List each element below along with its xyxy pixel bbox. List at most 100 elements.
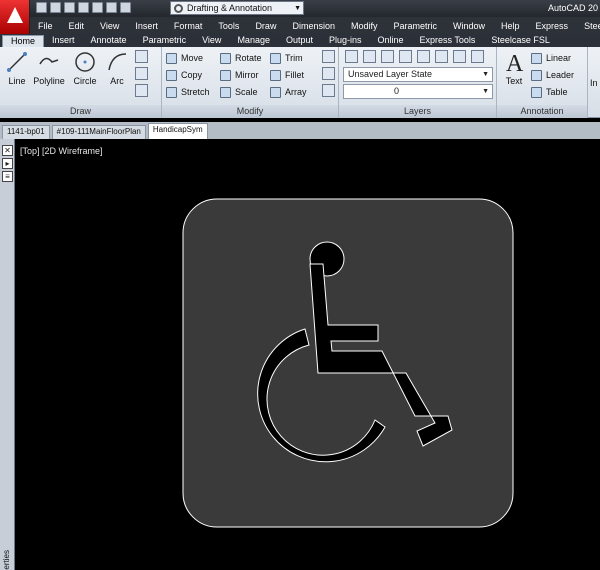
menu-help[interactable]: Help xyxy=(493,21,528,31)
menu-file[interactable]: File xyxy=(30,21,61,31)
layer-unisolate-icon[interactable] xyxy=(399,50,412,63)
linear-button[interactable]: Linear xyxy=(531,50,571,66)
modify-panel: Move Rotate Trim Copy Mirror Fillet Stre… xyxy=(162,47,339,118)
properties-palette-strip[interactable]: ✕ ▸ ≡ xyxy=(0,139,15,570)
arc-button[interactable]: Arc xyxy=(102,50,132,86)
copy-label: Copy xyxy=(181,70,203,80)
undo-icon[interactable] xyxy=(106,2,117,13)
file-tab-active[interactable]: HandicapSym xyxy=(147,123,208,139)
tab-view[interactable]: View xyxy=(194,35,229,47)
hatch-icon[interactable] xyxy=(135,67,148,80)
explode-icon[interactable] xyxy=(322,67,335,80)
fillet-button[interactable]: Fillet xyxy=(270,67,304,83)
layers-panel-title[interactable]: Layers xyxy=(339,105,496,118)
menu-format[interactable]: Format xyxy=(166,21,211,31)
mirror-button[interactable]: Mirror xyxy=(220,67,259,83)
insert-panel: In xyxy=(588,47,600,118)
layer-state-dropdown[interactable]: Unsaved Layer State ▼ xyxy=(343,67,493,82)
viewport-label[interactable]: [Top] [2D Wireframe] xyxy=(20,146,103,156)
table-button[interactable]: Table xyxy=(531,84,568,100)
stretch-button[interactable]: Stretch xyxy=(166,84,210,100)
erase-icon[interactable] xyxy=(322,50,335,63)
move-button[interactable]: Move xyxy=(166,50,203,66)
menu-window[interactable]: Window xyxy=(445,21,493,31)
layer-properties-icon[interactable] xyxy=(345,50,358,63)
tab-output[interactable]: Output xyxy=(278,35,321,47)
menu-modify[interactable]: Modify xyxy=(343,21,386,31)
menu-edit[interactable]: Edit xyxy=(61,21,93,31)
open-icon[interactable] xyxy=(50,2,61,13)
stretch-icon xyxy=(166,87,177,99)
ribbon-tabs: Home Insert Annotate Parametric View Man… xyxy=(0,34,600,47)
text-button[interactable]: A Text xyxy=(499,50,529,86)
title-bar: Drafting & Annotation ▼ AutoCAD 20 xyxy=(0,0,600,34)
file-tab[interactable]: 1141-bp01 xyxy=(2,125,50,139)
autocad-logo-icon[interactable] xyxy=(0,0,30,34)
drawing-canvas[interactable] xyxy=(15,139,600,570)
leader-button[interactable]: Leader xyxy=(531,67,574,83)
annotation-panel-title[interactable]: Annotation xyxy=(497,105,587,118)
polyline-button[interactable]: Polyline xyxy=(32,50,66,86)
text-label: Text xyxy=(505,76,523,86)
tab-plugins[interactable]: Plug-ins xyxy=(321,35,370,47)
tab-insert[interactable]: Insert xyxy=(44,35,83,47)
properties-menu-icon[interactable]: ≡ xyxy=(2,171,13,182)
layer-off-icon[interactable] xyxy=(435,50,448,63)
chevron-down-icon: ▼ xyxy=(482,71,489,78)
offset-icon[interactable] xyxy=(322,84,335,97)
save-icon[interactable] xyxy=(64,2,75,13)
menu-insert[interactable]: Insert xyxy=(127,21,166,31)
tab-home[interactable]: Home xyxy=(2,35,45,47)
tab-parametric[interactable]: Parametric xyxy=(135,35,195,47)
redo-icon[interactable] xyxy=(120,2,131,13)
svg-text:A: A xyxy=(506,51,524,74)
layer-match-icon[interactable] xyxy=(471,50,484,63)
stretch-label: Stretch xyxy=(181,87,210,97)
insert-button[interactable]: In xyxy=(590,75,598,91)
line-label: Line xyxy=(8,76,26,86)
quick-access-toolbar xyxy=(36,2,131,15)
copy-button[interactable]: Copy xyxy=(166,67,202,83)
rotate-button[interactable]: Rotate xyxy=(220,50,262,66)
circle-icon xyxy=(75,52,95,72)
print-icon[interactable] xyxy=(92,2,103,13)
layer-lock-icon[interactable] xyxy=(453,50,466,63)
menu-dimension[interactable]: Dimension xyxy=(284,21,343,31)
fillet-icon xyxy=(270,70,281,82)
new-icon[interactable] xyxy=(36,2,47,13)
layer-isolate-icon[interactable] xyxy=(381,50,394,63)
close-icon[interactable]: ✕ xyxy=(2,145,13,156)
linear-label: Linear xyxy=(546,53,572,63)
layer-state-icon[interactable] xyxy=(363,50,376,63)
tab-steelcase-fsl[interactable]: Steelcase FSL xyxy=(483,35,558,47)
circle-button[interactable]: Circle xyxy=(70,50,100,86)
line-button[interactable]: Line xyxy=(2,50,32,86)
trim-icon xyxy=(270,53,281,65)
modify-panel-title[interactable]: Modify xyxy=(162,105,338,118)
tab-annotate[interactable]: Annotate xyxy=(83,35,135,47)
move-icon xyxy=(166,53,177,65)
trim-button[interactable]: Trim xyxy=(270,50,303,66)
menu-tools[interactable]: Tools xyxy=(210,21,247,31)
gear-icon xyxy=(174,4,183,13)
tab-manage[interactable]: Manage xyxy=(229,35,278,47)
menu-express[interactable]: Express xyxy=(528,21,577,31)
menu-stee[interactable]: Stee xyxy=(576,21,600,31)
auto-hide-icon[interactable]: ▸ xyxy=(2,158,13,169)
menu-parametric[interactable]: Parametric xyxy=(386,21,446,31)
draw-panel-title[interactable]: Draw xyxy=(0,105,161,118)
array-button[interactable]: Array xyxy=(270,84,307,100)
layer-dropdown[interactable]: 0 ▼ xyxy=(343,84,493,99)
rectangle-icon[interactable] xyxy=(135,50,148,63)
chevron-down-icon: ▼ xyxy=(482,88,489,95)
menu-draw[interactable]: Draw xyxy=(247,21,284,31)
tab-express-tools[interactable]: Express Tools xyxy=(412,35,484,47)
gradient-icon[interactable] xyxy=(135,84,148,97)
workspace-dropdown[interactable]: Drafting & Annotation ▼ xyxy=(170,1,304,15)
file-tab[interactable]: #109-111MainFloorPlan xyxy=(51,125,146,139)
save-as-icon[interactable] xyxy=(78,2,89,13)
layer-freeze-icon[interactable] xyxy=(417,50,430,63)
scale-button[interactable]: Scale xyxy=(220,84,258,100)
menu-view[interactable]: View xyxy=(92,21,127,31)
tab-online[interactable]: Online xyxy=(370,35,412,47)
